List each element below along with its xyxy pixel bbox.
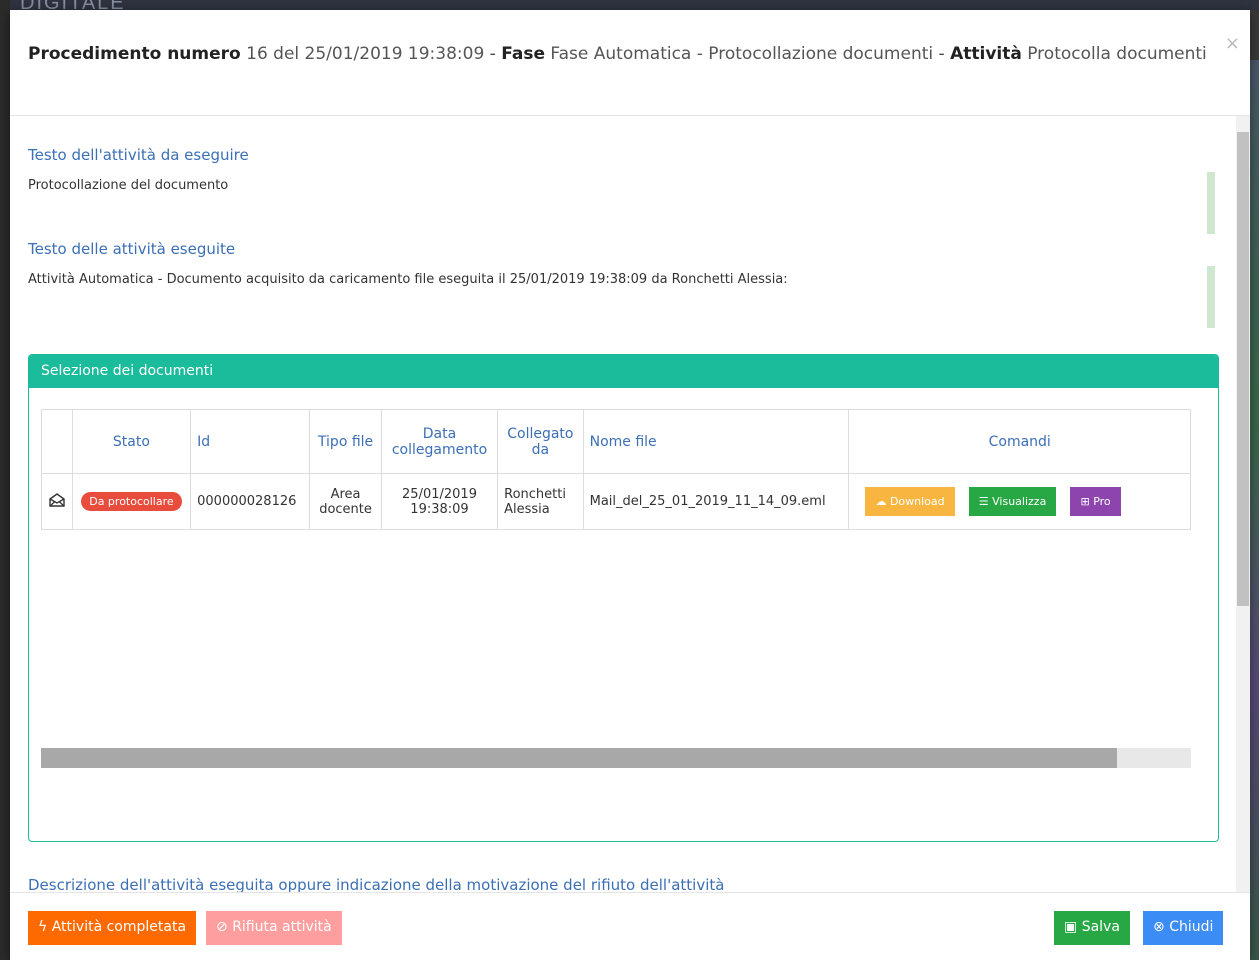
column-header-icon: [41, 409, 73, 474]
download-button[interactable]: ☁ Download: [865, 487, 955, 516]
header-separator: -: [484, 44, 502, 64]
cloud-download-icon: ☁: [875, 495, 887, 508]
row-collegato-da-cell: Ronchetti Alessia: [497, 473, 584, 530]
todo-indicator-bar: [1207, 172, 1215, 234]
row-data-collegamento-cell: 25/01/2019 19:38:09: [380, 473, 499, 530]
attivita-value: Protocolla documenti: [1027, 44, 1207, 64]
reject-activity-label: Rifiuta attività: [232, 919, 332, 935]
modal-body: Testo dell'attività da eseguire Protocol…: [10, 116, 1250, 892]
horizontal-scrollbar[interactable]: [41, 748, 1191, 768]
close-label: Chiudi: [1169, 919, 1214, 935]
column-header-tipo-file[interactable]: Tipo file: [309, 409, 382, 474]
save-button[interactable]: ▣ Salva: [1054, 911, 1130, 945]
column-header-data-collegamento[interactable]: Data collegamento: [380, 409, 499, 474]
ban-icon: ⊘: [216, 919, 228, 935]
column-header-collegato-da[interactable]: Collegato da: [497, 409, 584, 474]
column-header-id[interactable]: Id: [190, 409, 311, 474]
floppy-icon: ▣: [1064, 919, 1078, 935]
documents-table-wrapper: Stato Id Tipo file Data collegamento Col…: [41, 409, 1191, 771]
description-title: Descrizione dell'attività eseguita oppur…: [28, 876, 725, 892]
table-header-row: Stato Id Tipo file Data collegamento Col…: [41, 409, 1191, 474]
modal-footer: ϟ Attività completata ⊘ Rifiuta attività…: [10, 892, 1250, 960]
download-button-label: Download: [889, 495, 945, 508]
vertical-scrollbar-thumb[interactable]: [1237, 132, 1249, 606]
column-header-comandi: Comandi: [848, 409, 1191, 474]
envelope-open-icon: [49, 492, 65, 511]
documents-panel: Selezione dei documenti Stato Id Tipo fi…: [28, 354, 1219, 842]
attivita-label: Attività: [950, 44, 1022, 64]
procedimento-label: Procedimento numero: [28, 44, 241, 64]
status-badge: Da protocollare: [81, 492, 182, 511]
visualizza-button-label: Visualizza: [992, 495, 1047, 508]
close-circle-icon: ⊗: [1153, 919, 1165, 935]
procedimento-value: 16 del 25/01/2019 19:38:09: [246, 44, 485, 64]
done-title: Testo delle attività eseguite: [28, 240, 236, 258]
row-tipo-file-cell: Area docente: [309, 473, 382, 530]
app-background-left: [0, 0, 10, 960]
row-stato-cell: Da protocollare: [71, 473, 192, 530]
modal-header: Procedimento numero 16 del 25/01/2019 19…: [10, 10, 1250, 116]
complete-activity-button[interactable]: ϟ Attività completata: [28, 911, 197, 945]
table-row[interactable]: Da protocollare 000000028126 Area docent…: [41, 473, 1191, 530]
protocolla-button[interactable]: ⊞ Pro: [1070, 487, 1121, 516]
reject-activity-button[interactable]: ⊘ Rifiuta attività: [206, 911, 342, 945]
fase-label: Fase: [501, 44, 545, 64]
complete-activity-label: Attività completata: [51, 919, 187, 935]
fase-value: Fase Automatica - Protocollazione docume…: [550, 44, 934, 64]
row-nome-file-cell: Mail_del_25_01_2019_11_14_09.eml: [582, 473, 850, 530]
horizontal-scrollbar-thumb[interactable]: [41, 748, 1117, 768]
documents-table: Stato Id Tipo file Data collegamento Col…: [41, 409, 1191, 530]
column-header-stato[interactable]: Stato: [71, 409, 192, 474]
row-comandi-cell: ☁ Download ☰ Visualizza ⊞ Pro: [848, 473, 1191, 530]
row-icon-cell: [41, 473, 73, 530]
visualizza-button[interactable]: ☰ Visualizza: [968, 487, 1057, 516]
row-id-cell: 000000028126: [190, 473, 311, 530]
bolt-icon: ϟ: [38, 919, 48, 935]
column-header-nome-file[interactable]: Nome file: [582, 409, 850, 474]
todo-text: Protocollazione del documento: [28, 178, 229, 193]
todo-title: Testo dell'attività da eseguire: [28, 146, 249, 164]
vertical-scrollbar[interactable]: [1236, 116, 1250, 892]
app-background-header: DIGITALE: [0, 0, 1259, 14]
list-icon: ☰: [978, 495, 989, 508]
protocolla-button-label: Pro: [1093, 495, 1111, 508]
grid-icon: ⊞: [1080, 495, 1090, 508]
close-icon[interactable]: ×: [1225, 30, 1240, 58]
done-text: Attività Automatica - Documento acquisit…: [28, 272, 788, 287]
done-indicator-bar: [1207, 266, 1215, 328]
activity-modal: Procedimento numero 16 del 25/01/2019 19…: [10, 10, 1250, 960]
header-separator: -: [933, 44, 951, 64]
save-label: Salva: [1081, 919, 1120, 935]
panel-title: Selezione dei documenti: [29, 355, 1218, 388]
close-button[interactable]: ⊗ Chiudi: [1143, 911, 1224, 945]
